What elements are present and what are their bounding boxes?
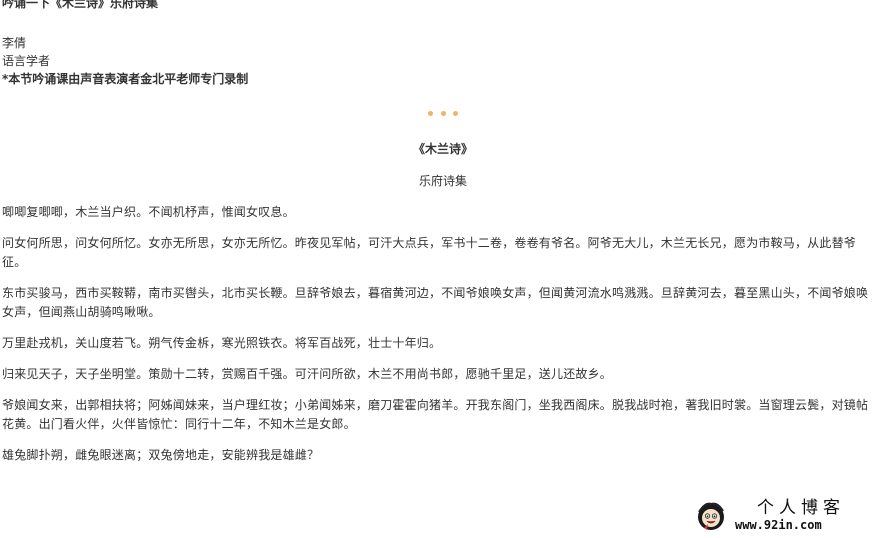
recording-note: *本节吟诵课由声音表演者金北平老师专门录制 (2, 72, 249, 86)
poem-stanza: 唧唧复唧唧，木兰当户织。不闻机杼声，惟闻女叹息。 (2, 205, 295, 219)
watermark-site-name: 个人博客 (757, 498, 845, 518)
mascot-logo-icon (698, 502, 724, 530)
article-page: 吟诵一下《木兰诗》乐府诗集 李倩 语言学者 *本节吟诵课由声音表演者金北平老师专… (0, 0, 886, 538)
divider-dot (453, 111, 458, 116)
divider-dot (428, 111, 433, 116)
poem-title: 《木兰诗》 (412, 142, 473, 156)
author-role: 语言学者 (2, 54, 51, 68)
poem-body: 唧唧复唧唧，木兰当户织。不闻机杼声，惟闻女叹息。 问女何所思，问女何所忆。女亦无… (2, 203, 878, 477)
poem-stanza: 归来见天子，天子坐明堂。策勋十二转，赏赐百千强。可汗问所欲，木兰不用尚书郎，愿驰… (2, 367, 613, 381)
watermark-url[interactable]: www.92in.com (735, 518, 822, 532)
poem-stanza: 雄兔脚扑朔，雌兔眼迷离；双兔傍地走，安能辨我是雄雌？ (2, 448, 320, 462)
poem-stanza: 爷娘闻女来，出郭相扶将；阿姊闻妹来，当户理红妆；小弟闻姊来，磨刀霍霍向猪羊。开我… (2, 398, 869, 431)
site-watermark: 个人博客 www.92in.com (695, 496, 885, 536)
poem-stanza: 万里赴戎机，关山度若飞。朔气传金柝，寒光照铁衣。将军百战死，壮士十年归。 (2, 336, 442, 350)
poem-stanza: 问女何所思，问女何所忆。女亦无所思，女亦无所忆。昨夜见军帖，可汗大点兵，军书十二… (2, 236, 857, 269)
poem-source: 乐府诗集 (418, 174, 467, 188)
poem-stanza: 东市买骏马，西市买鞍鞯，南市买辔头，北市买长鞭。旦辞爷娘去，暮宿黄河边，不闻爷娘… (2, 286, 869, 319)
divider-dot (440, 111, 446, 116)
author-name: 李倩 (2, 36, 27, 50)
article-header-title: 吟诵一下《木兰诗》乐府诗集 (2, 0, 159, 10)
section-divider (428, 111, 458, 117)
